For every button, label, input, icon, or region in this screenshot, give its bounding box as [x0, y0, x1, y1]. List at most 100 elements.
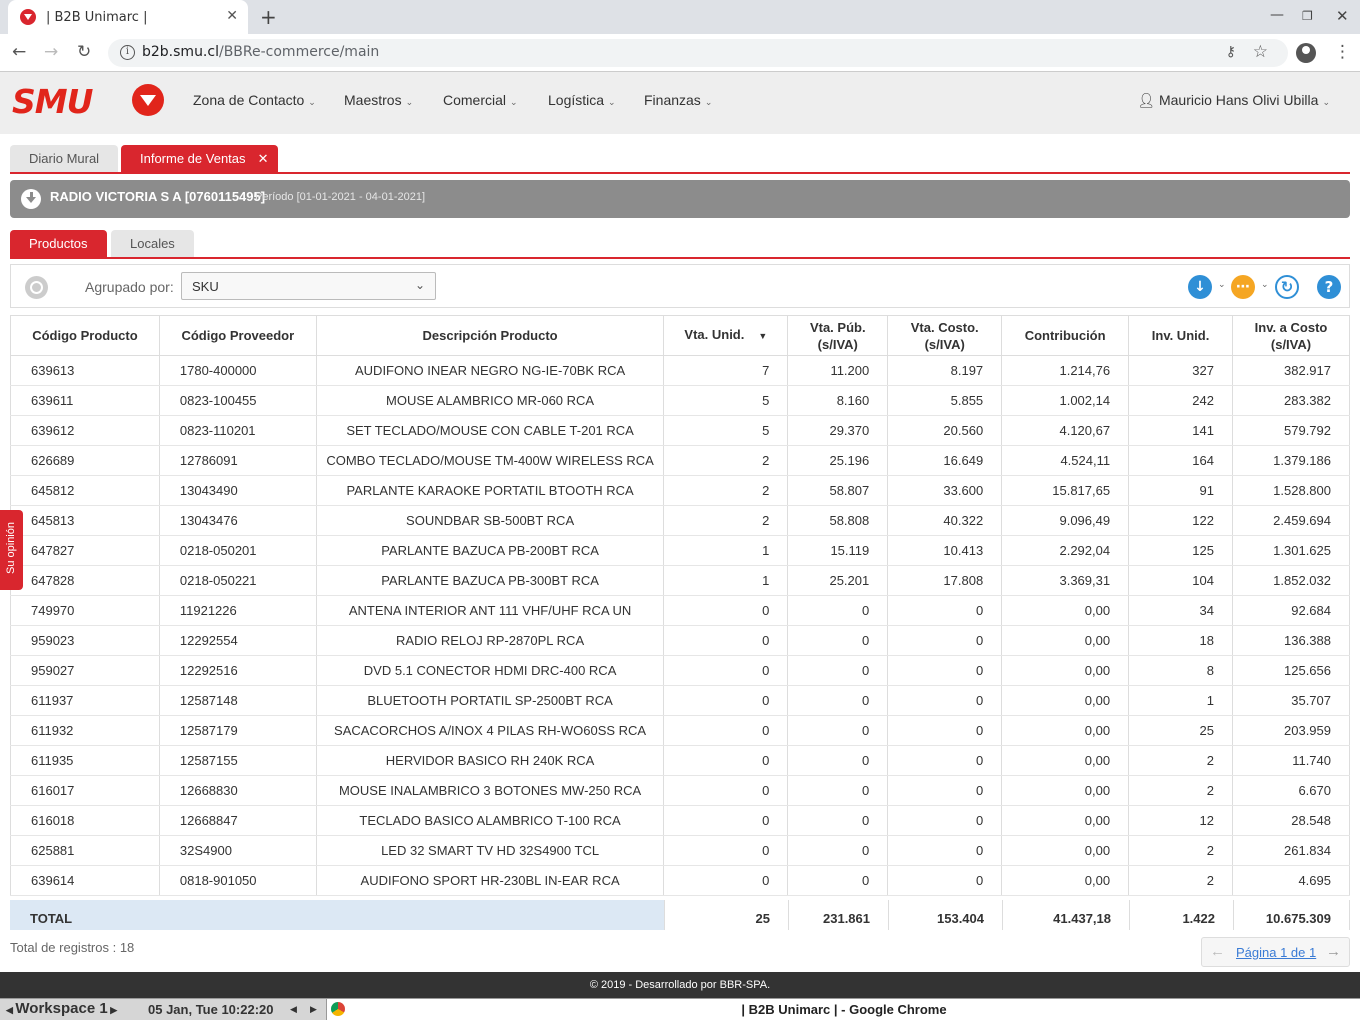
col-vta-unid[interactable]: Vta. Unid. ▼	[663, 315, 789, 356]
prev-page-icon[interactable]: ←	[1210, 943, 1225, 960]
restore-icon[interactable]: ❐	[1302, 9, 1313, 23]
cell-contribucion: 1.002,14	[1001, 385, 1130, 416]
chevron-down-icon[interactable]: ⌄	[1218, 280, 1226, 290]
table-row[interactable]: 639613 1780-400000 AUDIFONO INEAR NEGRO NG…	[10, 355, 1350, 386]
chevron-down-icon[interactable]: ⌄	[1261, 280, 1269, 290]
next-page-icon[interactable]: →	[1326, 943, 1341, 960]
cell-codigo-proveedor: 1780-400000	[158, 355, 317, 386]
next-window-icon[interactable]: ▶	[310, 1004, 317, 1015]
cell-vta-pub: 58.807	[787, 475, 889, 506]
page-label[interactable]: Página 1 de 1	[1236, 945, 1316, 960]
back-icon[interactable]: ←	[12, 42, 26, 62]
user-menu[interactable]: 👤︎ Mauricio Hans Olivi Ubilla ⌄	[1137, 92, 1330, 109]
col-inv-unid[interactable]: Inv. Unid.	[1128, 315, 1233, 356]
close-tab-icon[interactable]: ✕	[226, 8, 238, 24]
minimize-icon[interactable]: —	[1270, 7, 1284, 23]
table-row[interactable]: 616018 12668847 TECLADO BASICO ALAMBRICO T…	[10, 805, 1350, 836]
group-by-select[interactable]: SKU ⌄	[181, 272, 436, 300]
cell-vta-pub: 0	[787, 625, 889, 656]
cell-inv-unid: 91	[1128, 475, 1233, 506]
table-row[interactable]: 749970 11921226 ANTENA INTERIOR ANT 111 VH…	[10, 595, 1350, 626]
more-options-icon[interactable]: ⋯	[1231, 275, 1255, 299]
table-row[interactable]: 611937 12587148 BLUETOOTH PORTATIL SP-2500…	[10, 685, 1350, 716]
table-row[interactable]: 639614 0818-901050 AUDIFONO SPORT HR-230BL…	[10, 865, 1350, 896]
cell-codigo-proveedor: 0823-100455	[158, 385, 317, 416]
user-name: Mauricio Hans Olivi Ubilla	[1158, 92, 1319, 108]
tab-informe-de-ventas[interactable]: Informe de Ventas ✕	[121, 145, 278, 173]
chevron-down-icon: ⌄	[608, 97, 616, 107]
workspace-switcher[interactable]: ◀ Workspace 1 ▶	[6, 1000, 117, 1017]
cell-descripcion: LED 32 SMART TV HD 32S4900 TCL	[315, 835, 665, 866]
cell-descripcion: SOUNDBAR SB-500BT RCA	[315, 505, 665, 536]
user-icon: 👤︎	[1137, 92, 1156, 108]
key-icon[interactable]: ⚷	[1226, 44, 1236, 60]
cell-codigo-producto: 611935	[10, 745, 160, 776]
cell-codigo-proveedor: 12292554	[158, 625, 317, 656]
col-codigo-proveedor[interactable]: Código Proveedor	[158, 315, 317, 356]
next-workspace-icon[interactable]: ▶	[108, 1005, 117, 1015]
total-vta-unid: 25	[664, 900, 788, 930]
col-inv-costo[interactable]: Inv. a Costo (s/IVA)	[1232, 315, 1350, 356]
cell-codigo-proveedor: 13043476	[158, 505, 317, 536]
table-row[interactable]: 647828 0218-050221 PARLANTE BAZUCA PB-300B…	[10, 565, 1350, 596]
col-vta-pub[interactable]: Vta. Púb. (s/IVA)	[787, 315, 889, 356]
totals-label: TOTAL	[10, 900, 664, 930]
tab-diario-mural[interactable]: Diario Mural	[10, 145, 119, 173]
menu-comercial[interactable]: Comercial ⌄	[443, 92, 518, 108]
table-row[interactable]: 959023 12292554 RADIO RELOJ RP-2870PL RCA 0…	[10, 625, 1350, 656]
collapse-download-icon[interactable]	[21, 189, 41, 209]
site-info-icon[interactable]: i	[120, 45, 135, 60]
menu-maestros[interactable]: Maestros ⌄	[344, 92, 413, 108]
help-icon[interactable]: ?	[1317, 275, 1341, 299]
table-row[interactable]: 647827 0218-050201 PARLANTE BAZUCA PB-200B…	[10, 535, 1350, 566]
download-icon[interactable]: ↓	[1188, 275, 1212, 299]
table-row[interactable]: 639612 0823-110201 SET TECLADO/MOUSE CON C…	[10, 415, 1350, 446]
table-row[interactable]: 639611 0823-100455 MOUSE ALAMBRICO MR-060 …	[10, 385, 1350, 416]
search-icon[interactable]	[25, 276, 48, 299]
browser-tab[interactable]: | B2B Unimarc | ✕	[8, 0, 248, 34]
bookmark-star-icon[interactable]: ☆	[1253, 42, 1268, 62]
browser-menu-icon[interactable]: ⋮	[1334, 42, 1351, 62]
refresh-icon[interactable]: ↻	[1275, 275, 1299, 299]
table-row[interactable]: 611935 12587155 HERVIDOR BASICO RH 240K RC…	[10, 745, 1350, 776]
table-row[interactable]: 959027 12292516 DVD 5.1 CONECTOR HDMI DRC-…	[10, 655, 1350, 686]
cell-vta-costo: 0	[887, 625, 1003, 656]
subtab-underline	[10, 257, 1350, 259]
cell-contribucion: 4.524,11	[1001, 445, 1130, 476]
smu-logo: SMU	[12, 82, 93, 121]
col-vta-costo[interactable]: Vta. Costo. (s/IVA)	[887, 315, 1003, 356]
menu-zona-de-contacto[interactable]: Zona de Contacto ⌄	[193, 92, 316, 108]
table-row[interactable]: 645812 13043490 PARLANTE KARAOKE PORTATIL …	[10, 475, 1350, 506]
menu-finanzas[interactable]: Finanzas ⌄	[644, 92, 712, 108]
cell-vta-costo: 33.600	[887, 475, 1003, 506]
col-codigo-producto[interactable]: Código Producto	[10, 315, 160, 356]
table-row[interactable]: 625881 32S4900 LED 32 SMART TV HD 32S4900 …	[10, 835, 1350, 866]
col-descripcion[interactable]: Descripción Producto	[315, 315, 665, 356]
close-tab-icon[interactable]: ✕	[258, 145, 269, 173]
taskbar-window-chrome[interactable]: | B2B Unimarc | - Google Chrome	[326, 999, 1360, 1020]
tab-locales[interactable]: Locales	[111, 230, 194, 258]
forward-icon[interactable]: →	[44, 42, 58, 62]
address-bar: ← → ↻ i b2b.smu.cl/BBRe-commerce/main ⚷ …	[0, 34, 1360, 72]
workspace-label: Workspace 1	[15, 1000, 108, 1017]
tab-label: Informe de Ventas	[140, 151, 246, 166]
url-field[interactable]: i b2b.smu.cl/BBRe-commerce/main ⚷ ☆	[108, 39, 1288, 67]
table-row[interactable]: 645813 13043476 SOUNDBAR SB-500BT RCA 2 58.8…	[10, 505, 1350, 536]
account-icon[interactable]	[1296, 43, 1316, 63]
cell-vta-costo: 0	[887, 595, 1003, 626]
feedback-tab[interactable]: Su opinión	[0, 510, 23, 590]
cell-contribucion: 0,00	[1001, 715, 1130, 746]
table-row[interactable]: 626689 12786091 COMBO TECLADO/MOUSE TM-400…	[10, 445, 1350, 476]
prev-workspace-icon[interactable]: ◀	[6, 1005, 15, 1015]
table-row[interactable]: 611932 12587179 SACACORCHOS A/INOX 4 PILAS…	[10, 715, 1350, 746]
cell-vta-unid: 0	[663, 775, 789, 806]
menu-logistica[interactable]: Logística ⌄	[548, 92, 616, 108]
prev-window-icon[interactable]: ◀	[290, 1004, 297, 1015]
menu-label: Comercial	[443, 92, 507, 108]
new-tab-icon[interactable]: +	[260, 5, 277, 29]
tab-productos[interactable]: Productos	[10, 230, 107, 258]
table-row[interactable]: 616017 12668830 MOUSE INALAMBRICO 3 BOTONE…	[10, 775, 1350, 806]
col-contribucion[interactable]: Contribución	[1001, 315, 1130, 356]
reload-icon[interactable]: ↻	[77, 42, 91, 62]
close-window-icon[interactable]: ✕	[1336, 7, 1349, 25]
